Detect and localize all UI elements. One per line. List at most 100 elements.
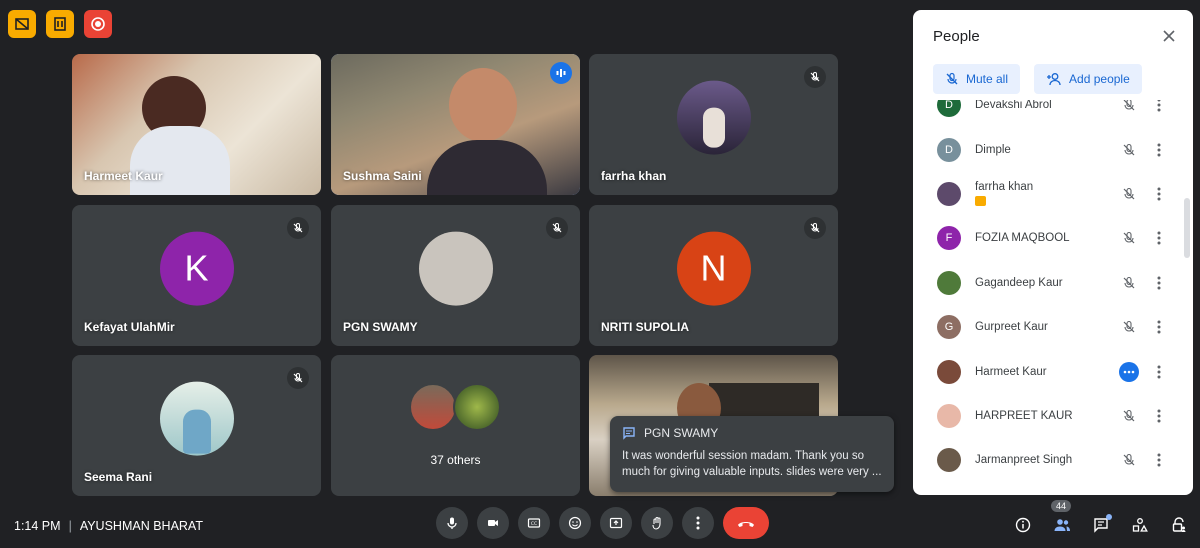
mute-all-label: Mute all <box>966 72 1009 86</box>
person-name: Devakshi Abrol <box>975 100 1052 112</box>
participant-figure-body <box>130 126 230 195</box>
mic-off-icon <box>287 217 309 239</box>
raise-hand-icon <box>652 516 661 530</box>
camera-button[interactable] <box>477 507 509 539</box>
list-item-person[interactable]: F FOZIA MAQBOOL <box>913 216 1181 260</box>
more-options-icon[interactable] <box>1151 406 1167 426</box>
participant-tile-speaking[interactable]: Sushma Saini <box>331 54 580 195</box>
captions-icon: CC <box>527 518 541 528</box>
emoji-icon <box>568 516 582 530</box>
participant-tile[interactable]: Harmeet Kaur <box>72 54 321 195</box>
meeting-details-button[interactable] <box>1010 512 1036 538</box>
mic-off-icon[interactable] <box>1119 100 1139 115</box>
mic-off-icon[interactable] <box>1119 184 1139 204</box>
divider: | <box>68 519 72 533</box>
person-name: Jarmanpreet Singh <box>975 454 1073 467</box>
participant-avatar <box>159 381 234 456</box>
more-options-icon <box>696 516 700 530</box>
mic-off-icon[interactable] <box>1119 273 1139 293</box>
more-options-icon[interactable] <box>1151 228 1167 248</box>
list-item-person[interactable]: farrha khan <box>913 172 1181 216</box>
person-name: FOZIA MAQBOOL <box>975 232 1070 245</box>
list-item-person[interactable]: D Devakshi Abrol <box>913 100 1181 127</box>
participant-tile[interactable]: Seema Rani <box>72 355 321 496</box>
avatar <box>937 448 961 473</box>
speaking-indicator-icon <box>1119 361 1139 382</box>
call-controls: CC <box>436 507 769 539</box>
chat-button[interactable] <box>1088 512 1114 538</box>
mic-off-icon <box>546 217 568 239</box>
participant-avatar <box>676 80 751 155</box>
participant-avatar <box>418 231 493 306</box>
participant-avatar <box>453 383 501 431</box>
close-icon[interactable] <box>1157 24 1181 48</box>
top-status-badges <box>8 10 112 38</box>
lock-person-icon <box>1172 517 1186 532</box>
participant-tile[interactable]: K Kefayat UlahMir <box>72 205 321 346</box>
participant-tile[interactable]: PGN SWAMY <box>331 205 580 346</box>
list-item-person[interactable]: D Dimple <box>913 127 1181 171</box>
mic-off-icon[interactable] <box>1119 317 1139 337</box>
secondary-controls: 44 <box>1010 500 1192 538</box>
present-screen-button[interactable] <box>600 507 632 539</box>
avatar: G <box>937 315 961 340</box>
others-count-label: 37 others <box>430 453 481 467</box>
person-name: HARPREET KAUR <box>975 409 1073 422</box>
list-item-person[interactable]: Jarmanpreet Singh <box>913 438 1181 482</box>
leave-call-button[interactable] <box>723 507 769 539</box>
avatar <box>937 403 961 428</box>
list-item-person[interactable]: HARPREET KAUR <box>913 394 1181 438</box>
avatar-figure <box>182 409 211 454</box>
presenting-icon <box>975 196 986 207</box>
host-controls-icon[interactable] <box>8 10 36 38</box>
reactions-button[interactable] <box>559 507 591 539</box>
more-options-icon[interactable] <box>1151 184 1167 204</box>
mic-off-icon[interactable] <box>1119 450 1139 470</box>
participant-count-badge: 44 <box>1051 500 1072 512</box>
person-name: Harmeet Kaur <box>975 365 1047 378</box>
person-name: farrha khan <box>975 181 1034 194</box>
more-options-icon[interactable] <box>1151 140 1167 160</box>
svg-text:CC: CC <box>531 521 537 527</box>
people-list[interactable]: D Devakshi Abrol D Dimple farrha khan F … <box>913 100 1181 495</box>
mute-all-button[interactable]: Mute all <box>933 64 1021 94</box>
recording-icon[interactable] <box>84 10 112 38</box>
more-options-icon[interactable] <box>1151 273 1167 293</box>
participant-avatar: N <box>676 231 751 306</box>
microphone-button[interactable] <box>436 507 468 539</box>
captions-button[interactable]: CC <box>518 507 550 539</box>
raise-hand-button[interactable] <box>641 507 673 539</box>
participant-avatar: K <box>159 231 234 306</box>
list-item-person[interactable]: Gagandeep Kaur <box>913 261 1181 305</box>
person-name: Dimple <box>975 143 1011 156</box>
microphone-icon <box>447 517 457 529</box>
add-people-button[interactable]: Add people <box>1034 64 1142 94</box>
mic-off-icon[interactable] <box>1119 140 1139 160</box>
participant-tile[interactable]: N NRITI SUPOLIA <box>589 205 838 346</box>
people-button[interactable]: 44 <box>1049 500 1075 538</box>
mic-off-icon <box>287 367 309 389</box>
participant-name: farrha khan <box>601 169 667 183</box>
list-item-person[interactable]: G Gurpreet Kaur <box>913 305 1181 349</box>
others-tile[interactable]: 37 others <box>331 355 580 496</box>
mic-off-icon[interactable] <box>1119 406 1139 426</box>
participant-name: NRITI SUPOLIA <box>601 320 690 334</box>
chat-notification[interactable]: PGN SWAMY It was wonderful session madam… <box>610 416 894 492</box>
activities-icon[interactable] <box>46 10 74 38</box>
mic-off-icon <box>804 217 826 239</box>
more-options-icon[interactable] <box>1151 362 1167 382</box>
more-options-button[interactable] <box>682 507 714 539</box>
list-item-person[interactable]: Harmeet Kaur <box>913 349 1181 393</box>
chat-message-text: It was wonderful session madam. Thank yo… <box>622 450 882 478</box>
person-name: Gagandeep Kaur <box>975 276 1063 289</box>
mic-off-icon <box>804 66 826 88</box>
participant-tile[interactable]: farrha khan <box>589 54 838 195</box>
activities-button[interactable] <box>1127 512 1153 538</box>
more-options-icon[interactable] <box>1151 450 1167 470</box>
scrollbar[interactable] <box>1184 198 1190 258</box>
more-options-icon[interactable] <box>1151 100 1167 115</box>
host-controls-button[interactable] <box>1166 512 1192 538</box>
mic-off-icon[interactable] <box>1119 228 1139 248</box>
more-options-icon[interactable] <box>1151 317 1167 337</box>
avatar <box>937 181 961 206</box>
